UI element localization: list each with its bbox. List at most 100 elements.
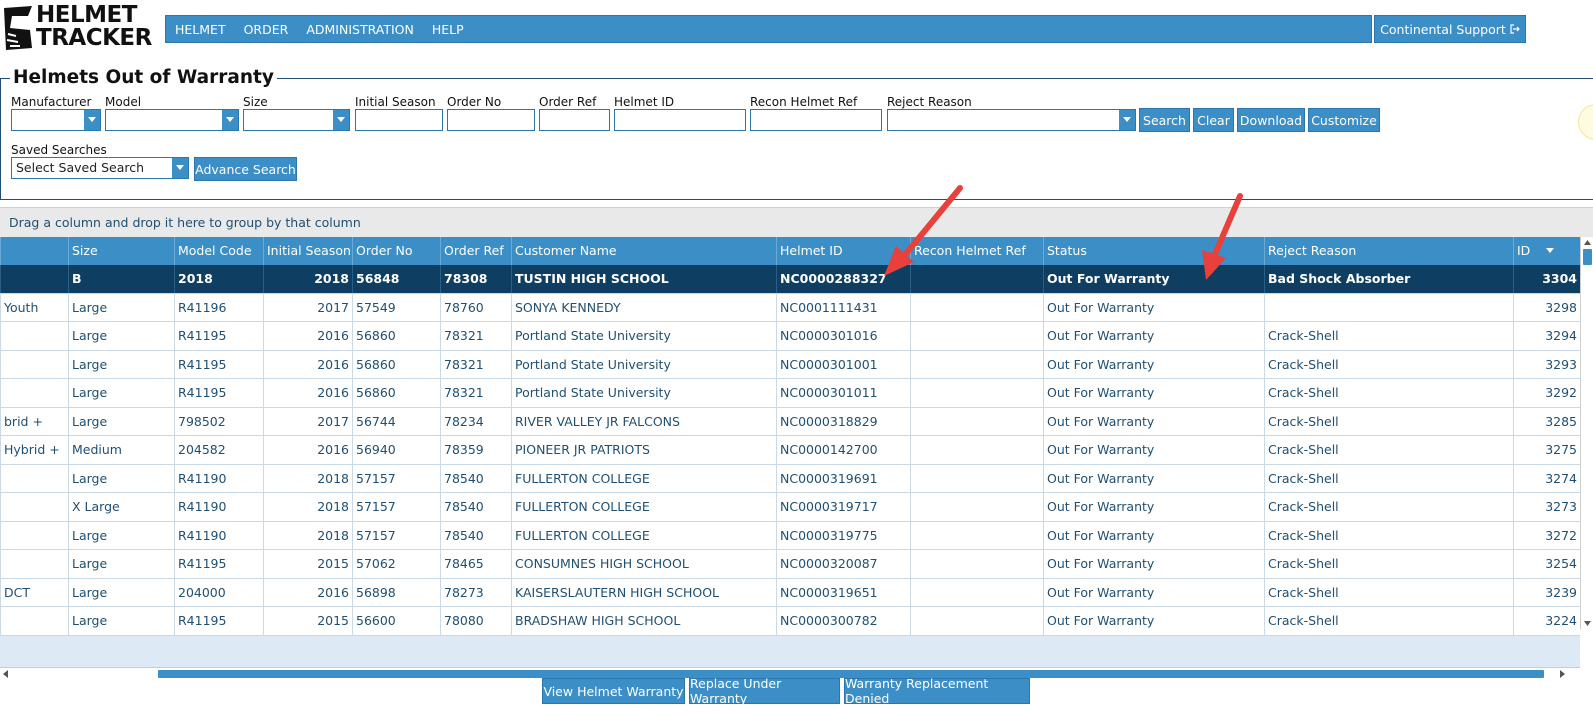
- cell-group: [0, 493, 68, 521]
- header-col-recon-helmet-ref[interactable]: Recon Helmet Ref: [910, 237, 1043, 265]
- nav-help[interactable]: HELP: [432, 22, 464, 37]
- cell-order-ref: 78540: [440, 464, 511, 493]
- nav-order[interactable]: ORDER: [244, 22, 289, 37]
- header-col-reject-reason[interactable]: Reject Reason: [1264, 237, 1513, 265]
- cell-initial-season: 2016: [263, 578, 352, 607]
- cell-size: Medium: [68, 436, 174, 464]
- table-row[interactable]: Youth Large R41196 2017 57549 78760 SONYA KENN…: [0, 293, 1580, 322]
- table-row[interactable]: Large R41195 2015 56600 78080 BRADSHAW HIGH S…: [0, 607, 1580, 636]
- group-by-drop-area[interactable]: Drag a column and drop it here to group …: [0, 207, 1593, 237]
- cell-recon-helmet-ref: [910, 578, 1043, 607]
- cell-helmet-id: NC0000319775: [776, 521, 910, 550]
- table-row[interactable]: Large R41195 2016 56860 78321 Portland State …: [0, 379, 1580, 408]
- cell-order-no: 56898: [352, 578, 440, 607]
- header-col-status[interactable]: Status: [1043, 237, 1264, 265]
- size-select[interactable]: [243, 109, 350, 131]
- cell-group: [0, 607, 68, 635]
- cell-initial-season: 2016: [263, 379, 352, 407]
- cell-reject-reason: Crack-Shell: [1264, 322, 1513, 350]
- advance-search-button[interactable]: Advance Search: [194, 157, 297, 181]
- model-select[interactable]: [105, 109, 239, 131]
- cell-size: Large: [68, 407, 174, 436]
- table-row[interactable]: X Large R41190 2018 57157 78540 FULLERTON COL…: [0, 493, 1580, 522]
- order-ref-input[interactable]: [539, 109, 610, 131]
- header-col-model-code[interactable]: Model Code: [174, 237, 263, 265]
- cell-group: [0, 521, 68, 550]
- header-col-group[interactable]: [0, 237, 68, 265]
- clear-button[interactable]: Clear: [1193, 108, 1234, 132]
- cell-customer-name: FULLERTON COLLEGE: [511, 464, 776, 493]
- table-row[interactable]: Large R41195 2015 57062 78465 CONSUMNES HIGH …: [0, 550, 1580, 579]
- cell-order-ref: 78234: [440, 407, 511, 436]
- header-col-helmet-id[interactable]: Helmet ID: [776, 237, 910, 265]
- cell-model-code: 2018: [174, 265, 263, 293]
- nav-administration[interactable]: ADMINISTRATION: [306, 22, 414, 37]
- header-col-customer-name[interactable]: Customer Name: [511, 237, 776, 265]
- scrollbar-track-icon: [1583, 240, 1592, 626]
- replace-under-warranty-button[interactable]: Replace Under Warranty: [689, 676, 840, 706]
- reject-reason-label: Reject Reason: [887, 95, 972, 109]
- table-row[interactable]: Large R41190 2018 57157 78540 FULLERTON COLLE…: [0, 464, 1580, 493]
- header-col-size[interactable]: Size: [68, 237, 174, 265]
- cell-order-no: 56940: [352, 436, 440, 464]
- table-row-selected[interactable]: B 2018 2018 56848 78308 TUSTIN HIGH SCHOOL NC0…: [0, 265, 1580, 294]
- recon-helmet-ref-input[interactable]: [750, 109, 882, 131]
- cell-customer-name: KAISERSLAUTERN HIGH SCHOOL: [511, 578, 776, 607]
- cell-helmet-id: NC0000301016: [776, 322, 910, 350]
- cell-reject-reason: Crack-Shell: [1264, 350, 1513, 379]
- cell-initial-season: 2015: [263, 607, 352, 635]
- cell-status: Out For Warranty: [1043, 493, 1264, 521]
- continental-support-button[interactable]: Continental Support: [1374, 15, 1526, 43]
- table-row[interactable]: brid + Large 798502 2017 56744 78234 RIVER VAL…: [0, 407, 1580, 436]
- helmet-tracker-logo[interactable]: HELMET TRACKER: [2, 2, 162, 52]
- saved-search-select[interactable]: Select Saved Search: [11, 157, 189, 179]
- main-nav: HELMET ORDER ADMINISTRATION HELP: [165, 15, 1372, 43]
- reject-reason-select[interactable]: [887, 109, 1136, 131]
- warranty-replacement-denied-button[interactable]: Warranty Replacement Denied: [844, 676, 1030, 706]
- cell-status: Out For Warranty: [1043, 550, 1264, 578]
- order-no-input[interactable]: [447, 109, 535, 131]
- chevron-down-icon: [222, 110, 238, 130]
- cell-order-ref: 78465: [440, 550, 511, 578]
- table-row[interactable]: Large R41195 2016 56860 78321 Portland State …: [0, 322, 1580, 351]
- helmets-grid: Size Model Code Initial Season Order No Orde…: [0, 237, 1580, 677]
- initial-season-input[interactable]: [355, 109, 443, 131]
- download-button[interactable]: Download: [1237, 108, 1305, 132]
- cell-status: Out For Warranty: [1043, 436, 1264, 464]
- cell-size: Large: [68, 578, 174, 607]
- cell-helmet-id: NC0000301001: [776, 350, 910, 379]
- cell-model-code: R41195: [174, 607, 263, 635]
- cell-helmet-id: NC0001111431: [776, 293, 910, 322]
- cell-recon-helmet-ref: [910, 350, 1043, 379]
- cell-order-ref: 78308: [440, 265, 511, 293]
- helmet-id-input[interactable]: [614, 109, 746, 131]
- table-row[interactable]: Large R41195 2016 56860 78321 Portland State …: [0, 350, 1580, 379]
- cell-helmet-id: NC0000288327: [776, 265, 910, 293]
- table-row[interactable]: Hybrid + Medium 204582 2016 56940 78359 PIONEE…: [0, 436, 1580, 465]
- cell-order-no: 56860: [352, 379, 440, 407]
- cell-reject-reason: Crack-Shell: [1264, 379, 1513, 407]
- cell-recon-helmet-ref: [910, 293, 1043, 322]
- cell-group: brid +: [0, 407, 68, 436]
- customize-button[interactable]: Customize: [1308, 108, 1380, 132]
- view-helmet-warranty-button[interactable]: View Helmet Warranty: [542, 678, 685, 704]
- header-col-order-no[interactable]: Order No: [352, 237, 440, 265]
- chevron-down-icon: [333, 110, 349, 130]
- header-col-initial-season[interactable]: Initial Season: [263, 237, 352, 265]
- cell-recon-helmet-ref: [910, 322, 1043, 350]
- table-row[interactable]: Large R41190 2018 57157 78540 FULLERTON COLLE…: [0, 521, 1580, 550]
- vertical-scrollbar[interactable]: [1580, 237, 1593, 629]
- cell-initial-season: 2018: [263, 493, 352, 521]
- cell-group: [0, 550, 68, 578]
- header-col-order-ref[interactable]: Order Ref: [440, 237, 511, 265]
- nav-helmet[interactable]: HELMET: [175, 22, 226, 37]
- search-button[interactable]: Search: [1139, 108, 1190, 132]
- cell-reject-reason: Crack-Shell: [1264, 550, 1513, 578]
- model-label: Model: [105, 95, 142, 109]
- cell-customer-name: FULLERTON COLLEGE: [511, 493, 776, 521]
- manufacturer-select[interactable]: [11, 109, 101, 131]
- cell-status: Out For Warranty: [1043, 521, 1264, 550]
- table-row[interactable]: DCT Large 204000 2016 56898 78273 KAISERSLAUTE…: [0, 578, 1580, 607]
- cell-size: X Large: [68, 493, 174, 521]
- cell-model-code: R41190: [174, 464, 263, 493]
